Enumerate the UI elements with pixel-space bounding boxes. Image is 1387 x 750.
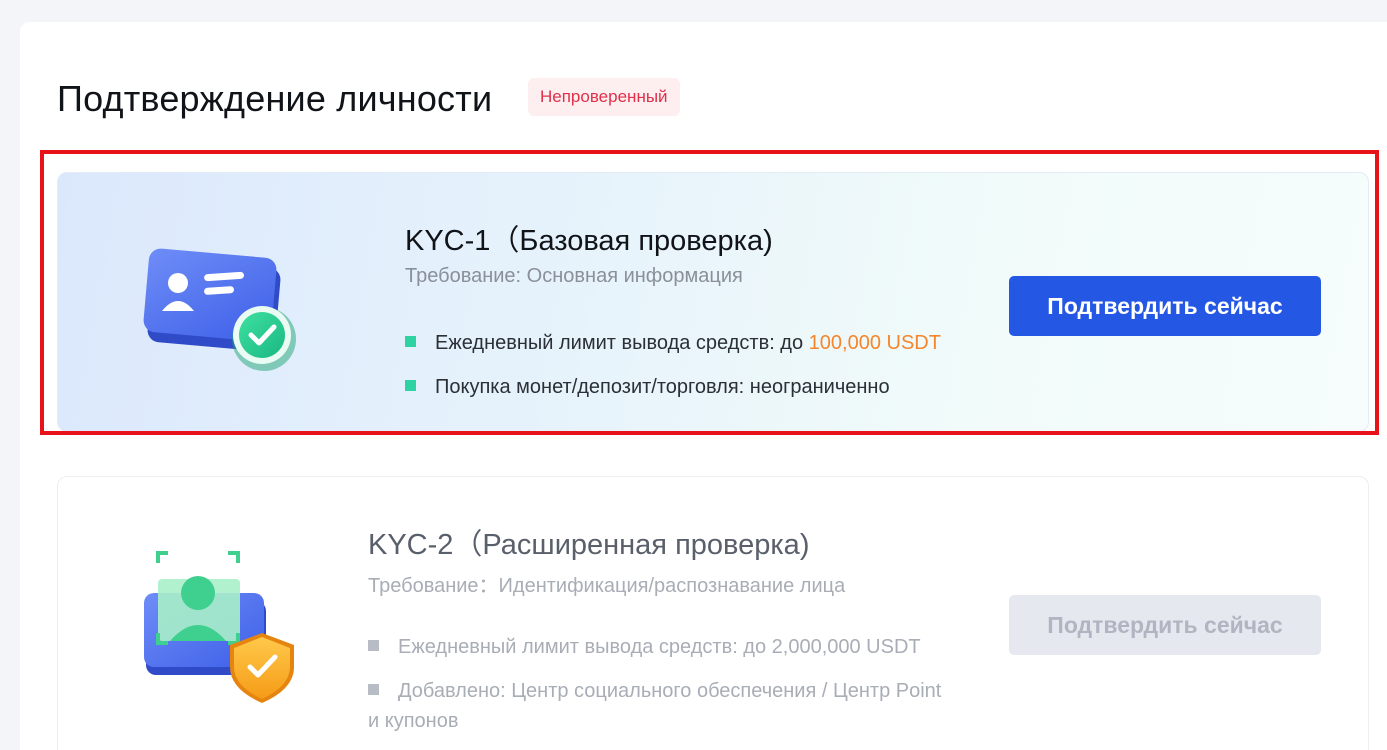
bullet-square-icon [368,684,379,695]
kyc1-verify-button[interactable]: Подтвердить сейчас [1009,276,1321,336]
kyc1-card: KYC-1（Базовая проверка) Требование: Осно… [57,172,1369,432]
bullet-square-icon [405,380,416,391]
bullet-square-icon [405,336,416,347]
kyc1-bullet-withdraw-limit: Ежедневный лимит вывода средств: до 100,… [405,332,941,355]
kyc2-verify-button[interactable]: Подтвердить сейчас [1009,595,1321,655]
kyc2-bullet-withdraw-limit: Ежедневный лимит вывода средств: до 2,00… [368,636,921,659]
id-card-check-icon [143,248,296,371]
kyc1-bullet-trading: Покупка монет/депозит/торговля: неограни… [405,376,890,399]
face-scan-shield-icon [144,551,294,703]
kyc2-requirement: Требование：Идентификация/распознавание л… [368,575,846,597]
status-badge: Непроверенный [528,78,680,116]
kyc1-bullet-text: Ежедневный лимит вывода средств: до [435,332,809,354]
page-title: Подтверждение личности [57,78,493,119]
kyc1-requirement: Требование: Основная информация [405,265,743,287]
kyc1-bullet-text: Покупка монет/депозит/торговля: неограни… [435,376,890,398]
bullet-square-icon [368,640,379,651]
kyc2-bullet-added-cont: и купонов [368,710,459,732]
kyc1-title: KYC-1（Базовая проверка) [405,225,773,257]
kyc2-card: KYC-2（Расширенная проверка) Требование：И… [57,476,1369,750]
kyc2-bullet-text: Ежедневный лимит вывода средств: до 2,00… [398,636,921,658]
kyc1-limit-value: 100,000 USDT [808,332,941,354]
kyc2-bullet-added: Добавлено: Центр социального обеспечения… [368,680,941,703]
kyc2-title: KYC-2（Расширенная проверка) [368,529,810,561]
kyc2-bullet-text: Добавлено: Центр социального обеспечения… [398,680,942,702]
